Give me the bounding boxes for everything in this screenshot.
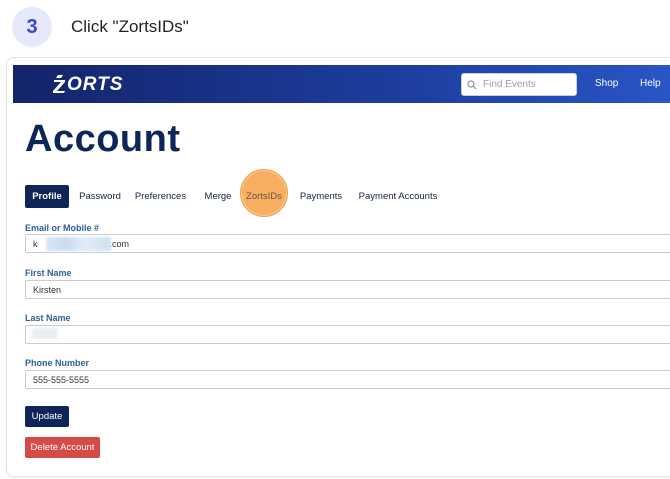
step-instruction: Click "ZortsIDs" — [71, 17, 189, 36]
email-field[interactable]: k .com — [25, 234, 670, 253]
zorts-logo[interactable]: ORTS — [52, 74, 123, 96]
phone-label: Phone Number — [25, 358, 90, 368]
tab-payment-accounts[interactable]: Payment Accounts — [356, 185, 440, 208]
update-button[interactable]: Update — [25, 406, 69, 427]
email-redaction-blur — [46, 237, 111, 251]
tab-profile[interactable]: Profile — [25, 185, 69, 208]
tab-zortsids[interactable]: ZortsIDs — [241, 185, 287, 208]
app-screen: ORTS Shop Help Account Profile Password … — [13, 65, 670, 465]
phone-field[interactable] — [25, 370, 670, 389]
logo-text: ORTS — [67, 74, 124, 95]
screenshot-frame: ORTS Shop Help Account Profile Password … — [6, 57, 670, 477]
nav-link-shop[interactable]: Shop — [595, 78, 618, 89]
page-title: Account — [25, 118, 181, 160]
zorts-z-logo-icon — [52, 75, 66, 95]
tab-preferences[interactable]: Preferences — [133, 185, 188, 208]
first-name-field[interactable] — [25, 280, 670, 299]
tab-payments[interactable]: Payments — [297, 185, 345, 208]
nav-link-help[interactable]: Help — [640, 78, 661, 89]
step-number-badge: 3 — [12, 7, 52, 47]
tab-merge[interactable]: Merge — [197, 185, 239, 208]
last-name-redaction-blur — [32, 328, 58, 339]
delete-account-button[interactable]: Delete Account — [25, 437, 100, 458]
search-icon — [467, 79, 477, 89]
search-events-box[interactable] — [461, 73, 577, 96]
last-name-field[interactable] — [25, 325, 670, 344]
email-label: Email or Mobile # — [25, 223, 100, 233]
top-navigation-bar: ORTS Shop Help — [13, 65, 670, 103]
email-value-prefix: k — [33, 238, 38, 249]
last-name-label: Last Name — [25, 313, 71, 323]
tab-password[interactable]: Password — [75, 185, 125, 208]
email-value-suffix: .com — [109, 238, 130, 249]
search-input[interactable] — [481, 78, 573, 91]
first-name-label: First Name — [25, 268, 72, 278]
